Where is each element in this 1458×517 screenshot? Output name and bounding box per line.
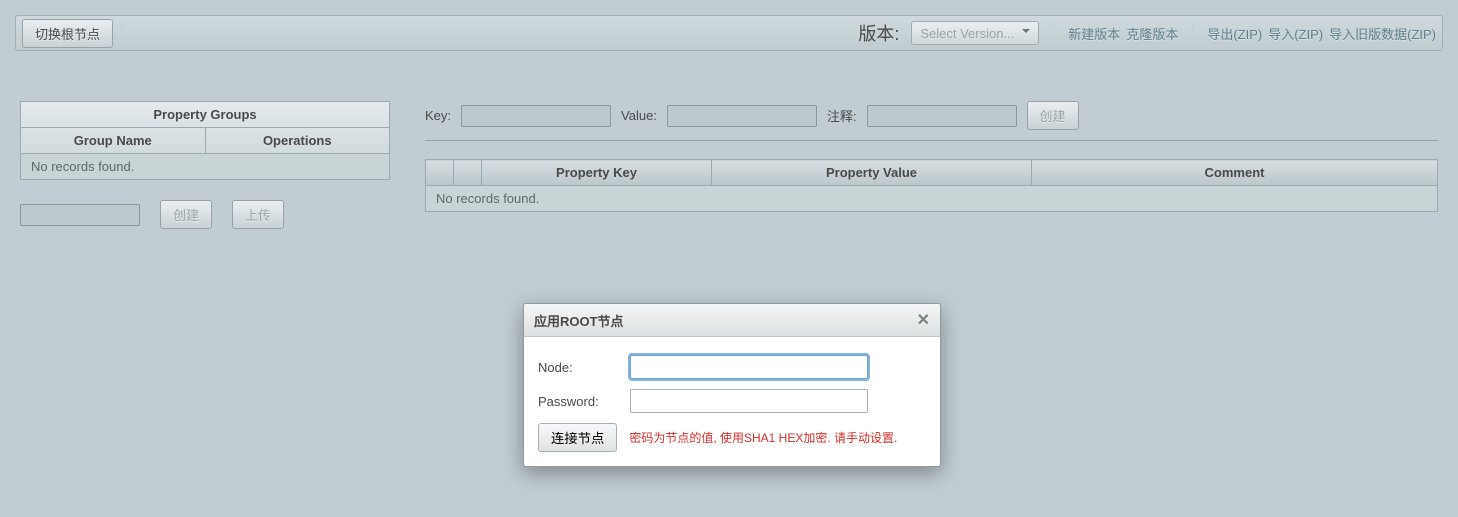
node-label: Node:	[538, 360, 630, 375]
main-content: Property Groups Group Name Operations No…	[20, 101, 1438, 229]
value-input[interactable]	[667, 105, 817, 127]
col-blank-1	[426, 160, 454, 186]
close-icon[interactable]: ✕	[917, 310, 930, 330]
connect-node-button[interactable]: 连接节点	[538, 423, 617, 452]
node-input[interactable]	[630, 355, 868, 379]
dialog-title: 应用ROOT节点	[534, 311, 624, 330]
create-group-button[interactable]: 创建	[160, 200, 212, 229]
right-panel: Key: Value: 注释: 创建 Property Key Property…	[425, 101, 1438, 229]
version-label: 版本:	[858, 20, 899, 46]
col-operations: Operations	[205, 128, 390, 154]
col-comment: Comment	[1032, 160, 1438, 186]
switch-root-button[interactable]: 切换根节点	[22, 19, 113, 48]
export-zip-link[interactable]: 导出(ZIP)	[1207, 24, 1262, 43]
key-label: Key:	[425, 108, 451, 123]
import-zip-link[interactable]: 导入(ZIP)	[1268, 24, 1323, 43]
separator	[1192, 22, 1193, 44]
divider	[425, 140, 1438, 141]
comment-input[interactable]	[867, 105, 1017, 127]
properties-table: Property Key Property Value Comment No r…	[425, 159, 1438, 212]
password-input[interactable]	[630, 389, 868, 413]
root-node-dialog: 应用ROOT节点 ✕ Node: Password: 连接节点 密码为节点的值,…	[523, 303, 941, 467]
col-blank-2	[454, 160, 482, 186]
new-version-link[interactable]: 新建版本	[1068, 24, 1120, 43]
upload-button[interactable]: 上传	[232, 200, 284, 229]
col-property-value: Property Value	[712, 160, 1032, 186]
version-select[interactable]: Select Version...	[911, 21, 1039, 45]
password-hint: 密码为节点的值, 使用SHA1 HEX加密. 请手动设置.	[629, 429, 897, 446]
properties-no-records: No records found.	[426, 186, 1438, 212]
separator	[1053, 22, 1054, 44]
left-panel: Property Groups Group Name Operations No…	[20, 101, 390, 229]
import-legacy-link[interactable]: 导入旧版数据(ZIP)	[1329, 24, 1436, 43]
clone-version-link[interactable]: 克隆版本	[1126, 24, 1178, 43]
key-input[interactable]	[461, 105, 611, 127]
col-group-name: Group Name	[21, 128, 206, 154]
separator	[121, 22, 122, 44]
password-label: Password:	[538, 394, 630, 409]
new-group-input[interactable]	[20, 204, 140, 226]
groups-no-records: No records found.	[21, 154, 390, 180]
value-label: Value:	[621, 108, 657, 123]
dialog-title-bar[interactable]: 应用ROOT节点 ✕	[524, 304, 940, 337]
version-select-placeholder: Select Version...	[920, 26, 1014, 41]
comment-label: 注释:	[827, 106, 857, 125]
property-form-row: Key: Value: 注释: 创建	[425, 101, 1438, 130]
top-toolbar: 切换根节点 版本: Select Version... 新建版本 克隆版本 导出…	[15, 15, 1443, 51]
property-groups-title: Property Groups	[21, 102, 390, 128]
create-property-button[interactable]: 创建	[1027, 101, 1079, 130]
property-groups-table: Property Groups Group Name Operations No…	[20, 101, 390, 180]
col-property-key: Property Key	[482, 160, 712, 186]
